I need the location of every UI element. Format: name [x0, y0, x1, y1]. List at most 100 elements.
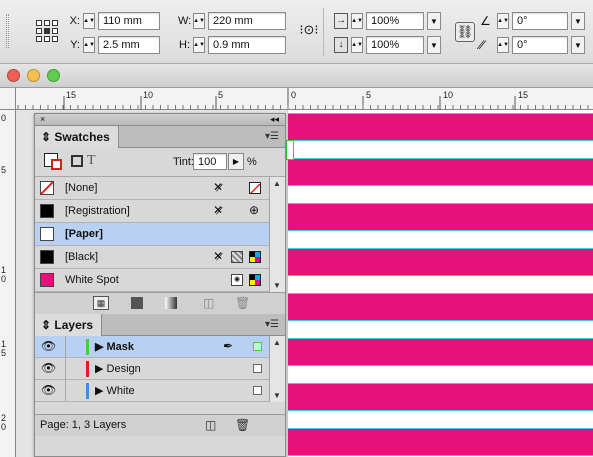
vertical-ruler[interactable]: 0 5 10 15 20	[0, 110, 16, 457]
chain-link-icon[interactable]: ⛓	[455, 22, 475, 42]
horizontal-ruler[interactable]: 15 10 5 0 5 10 15	[16, 88, 593, 110]
collapse-icon[interactable]: ◂◂	[270, 114, 279, 125]
text-format-icon[interactable]: T	[87, 153, 96, 169]
list-item[interactable]: [Paper]	[35, 223, 270, 246]
x-stepper[interactable]: ▲▼	[83, 13, 95, 29]
tab-layers[interactable]: ⇕ Layers	[35, 314, 103, 336]
close-window-button[interactable]	[7, 69, 20, 82]
scale-y-input[interactable]: 100%	[366, 36, 424, 54]
show-all-swatches-icon[interactable]: ▦	[93, 296, 109, 310]
scale-x-dropdown[interactable]: ▼	[427, 12, 441, 30]
panel-menu-icon[interactable]: ▾☰	[265, 131, 279, 142]
w-stepper[interactable]: ▲▼	[193, 13, 205, 29]
x-field-group: X: ▲▼ 110 mm	[68, 12, 160, 30]
tint-slider-button[interactable]: ▶	[228, 153, 244, 170]
panel-grip[interactable]	[6, 14, 9, 48]
scroll-down-icon[interactable]: ▼	[273, 281, 281, 290]
close-icon[interactable]: ×	[40, 114, 45, 124]
scale-y-dropdown[interactable]: ▼	[427, 36, 441, 54]
rotate-dropdown[interactable]: ▼	[571, 12, 585, 30]
zoom-window-button[interactable]	[47, 69, 60, 82]
divider	[323, 8, 324, 56]
magenta-stripe[interactable]	[288, 383, 593, 411]
window-titlebar	[0, 64, 593, 88]
trash-icon[interactable]: 🗑	[235, 296, 250, 310]
layer-row[interactable]: 👁 ▶ Design	[35, 358, 270, 380]
ruler-origin[interactable]	[0, 88, 16, 110]
no-edit-icon: ✕̷	[213, 180, 224, 194]
list-item[interactable]: White Spot ◉	[35, 269, 270, 292]
scroll-up-icon[interactable]: ▲	[273, 338, 281, 347]
scale-y-icon: ↓	[334, 37, 348, 53]
expand-icon: ⇕	[41, 318, 52, 332]
layer-row[interactable]: 👁 ▶ White	[35, 380, 270, 402]
magenta-stripe[interactable]	[288, 113, 593, 141]
reference-point-icon[interactable]	[36, 20, 58, 42]
select-item-icon[interactable]	[253, 386, 262, 395]
tab-swatches[interactable]: ⇕ Swatches	[35, 126, 119, 148]
registration-swatch-icon	[40, 204, 54, 218]
panel-menu-icon[interactable]: ▾☰	[265, 319, 279, 330]
stroke-swatch-icon[interactable]	[51, 159, 62, 170]
magenta-stripe[interactable]	[288, 203, 593, 231]
scale-x-stepper[interactable]: ▲▼	[351, 13, 363, 29]
scale-y-stepper[interactable]: ▲▼	[351, 37, 363, 53]
selected-item-icon[interactable]	[253, 342, 262, 351]
swatches-scrollbar[interactable]: ▲ ▼	[269, 177, 285, 292]
tint-input[interactable]: 100	[193, 153, 227, 170]
swatch-tools: T Tint: 100 ▶ %	[35, 148, 285, 177]
container-format-icon[interactable]	[71, 155, 83, 167]
trash-icon[interactable]: 🗑	[235, 418, 250, 432]
document-page[interactable]	[288, 110, 593, 457]
h-stepper[interactable]: ▲▼	[193, 37, 205, 53]
show-gradient-swatches-icon[interactable]	[165, 297, 177, 309]
x-input[interactable]: 110 mm	[98, 12, 160, 30]
black-swatch-icon	[40, 250, 54, 264]
select-item-icon[interactable]	[253, 364, 262, 373]
visibility-eye-icon[interactable]: 👁	[41, 339, 59, 353]
shear-input[interactable]: 0°	[512, 36, 568, 54]
tint-label: Tint:	[173, 156, 194, 168]
show-color-swatches-icon[interactable]	[131, 297, 143, 309]
y-stepper[interactable]: ▲▼	[83, 37, 95, 53]
shear-stepper[interactable]: ▲▼	[497, 37, 509, 53]
magenta-stripe[interactable]	[288, 338, 593, 366]
visibility-eye-icon[interactable]: 👁	[41, 361, 59, 375]
divider	[65, 380, 66, 402]
magenta-stripe[interactable]	[288, 293, 593, 321]
swatch-name: White Spot	[65, 274, 119, 286]
no-edit-icon: ✕̷	[213, 249, 224, 263]
selection-handle[interactable]	[286, 140, 294, 160]
rotate-stepper[interactable]: ▲▼	[497, 13, 509, 29]
constrain-proportions-icon[interactable]: ⁝⊙⁝	[299, 22, 319, 38]
rotate-input[interactable]: 0°	[512, 12, 568, 30]
registration-icon: ⊕	[249, 203, 260, 217]
spot-color-icon: ◉	[231, 274, 243, 286]
layers-scrollbar[interactable]: ▲ ▼	[269, 336, 285, 402]
scroll-up-icon[interactable]: ▲	[273, 179, 281, 188]
magenta-stripe[interactable]	[288, 248, 593, 276]
new-swatch-icon[interactable]: ◫	[203, 296, 214, 310]
magenta-stripe[interactable]	[288, 158, 593, 186]
scroll-down-icon[interactable]: ▼	[273, 391, 281, 400]
scale-x-input[interactable]: 100%	[366, 12, 424, 30]
layer-row[interactable]: 👁 ▶ Mask ✒	[35, 336, 270, 358]
list-item[interactable]: [Black] ✕̷	[35, 246, 270, 269]
magenta-stripe[interactable]	[288, 428, 593, 456]
scale-x-group: → ▲▼ 100% ▼	[334, 12, 441, 30]
layer-name: ▶ Design	[95, 363, 141, 375]
scale-y-group: ↓ ▲▼ 100% ▼	[334, 36, 441, 54]
list-item[interactable]: [Registration] ✕̷ ⊕	[35, 200, 270, 223]
visibility-eye-icon[interactable]: 👁	[41, 383, 59, 397]
layers-tabstrip: ⇕ Layers ▾☰	[35, 314, 285, 336]
y-input[interactable]: 2.5 mm	[98, 36, 160, 54]
panel-dock-header[interactable]: × ◂◂	[35, 114, 285, 126]
y-label: Y:	[70, 39, 80, 51]
w-input[interactable]: 220 mm	[208, 12, 286, 30]
new-layer-icon[interactable]: ◫	[205, 418, 216, 432]
list-item[interactable]: [None] ✕̷	[35, 177, 270, 200]
h-input[interactable]: 0.9 mm	[208, 36, 286, 54]
shear-dropdown[interactable]: ▼	[571, 36, 585, 54]
ruler-label: 5	[218, 90, 224, 100]
minimize-window-button[interactable]	[27, 69, 40, 82]
